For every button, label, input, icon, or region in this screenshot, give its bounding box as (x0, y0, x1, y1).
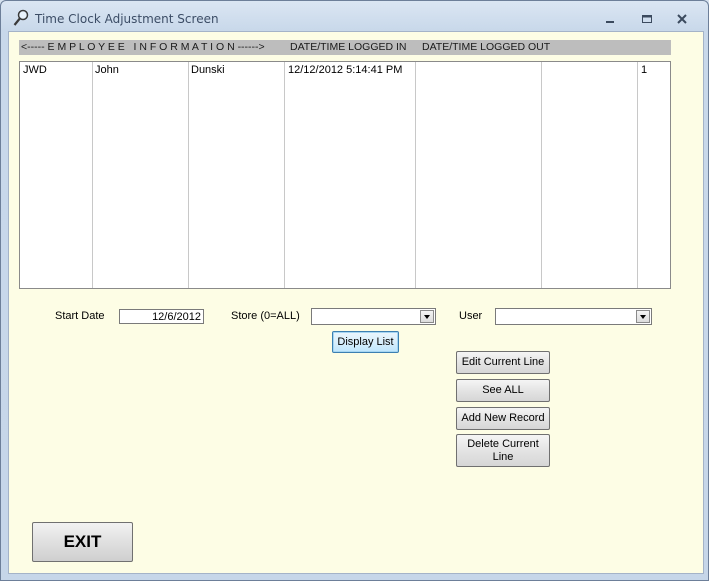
start-date-input[interactable]: 12/6/2012 (119, 309, 204, 324)
column-divider (541, 62, 542, 288)
close-button[interactable] (672, 11, 692, 27)
column-divider (188, 62, 189, 288)
column-divider (284, 62, 285, 288)
window-title: Time Clock Adjustment Screen (35, 12, 219, 26)
column-divider (415, 62, 416, 288)
chevron-down-icon[interactable] (420, 310, 434, 323)
minimize-icon (606, 21, 614, 23)
exit-button[interactable]: EXIT (32, 522, 133, 562)
delete-current-line-button[interactable]: Delete Current Line (456, 434, 550, 467)
user-label: User (459, 310, 483, 322)
add-new-record-button[interactable]: Add New Record (456, 407, 550, 430)
store-label: Store (0=ALL) (231, 310, 300, 322)
list-header: <----- E M P L O Y E E I N F O R M A T I… (19, 40, 671, 55)
see-all-button[interactable]: See ALL (456, 379, 550, 402)
cell-first-name: John (95, 64, 119, 76)
form-client-area: <----- E M P L O Y E E I N F O R M A T I… (8, 31, 704, 574)
header-employee-information: <----- E M P L O Y E E I N F O R M A T I… (21, 41, 265, 53)
cell-logged-in: 12/12/2012 5:14:41 PM (288, 64, 403, 76)
edit-current-line-button[interactable]: Edit Current Line (456, 351, 550, 374)
cell-employee-code: JWD (23, 64, 47, 76)
display-list-button[interactable]: Display List (332, 331, 399, 353)
close-icon (677, 14, 687, 24)
header-logged-in: DATE/TIME LOGGED IN (290, 41, 407, 53)
start-date-label: Start Date (55, 310, 105, 322)
title-bar[interactable]: Time Clock Adjustment Screen (1, 1, 708, 35)
app-window: Time Clock Adjustment Screen <----- E M … (0, 0, 709, 581)
column-divider (92, 62, 93, 288)
user-dropdown[interactable] (495, 308, 652, 325)
maximize-icon (642, 15, 652, 23)
store-dropdown[interactable] (311, 308, 436, 325)
time-entry-list[interactable]: JWD John Dunski 12/12/2012 5:14:41 PM 1 (19, 61, 671, 289)
minimize-button[interactable] (600, 11, 620, 27)
header-logged-out: DATE/TIME LOGGED OUT (422, 41, 551, 53)
cell-record-id: 1 (641, 64, 648, 76)
magnifier-icon (13, 9, 29, 26)
column-divider (637, 62, 638, 288)
maximize-button[interactable] (637, 11, 657, 27)
chevron-down-icon[interactable] (636, 310, 650, 323)
cell-last-name: Dunski (191, 64, 225, 76)
